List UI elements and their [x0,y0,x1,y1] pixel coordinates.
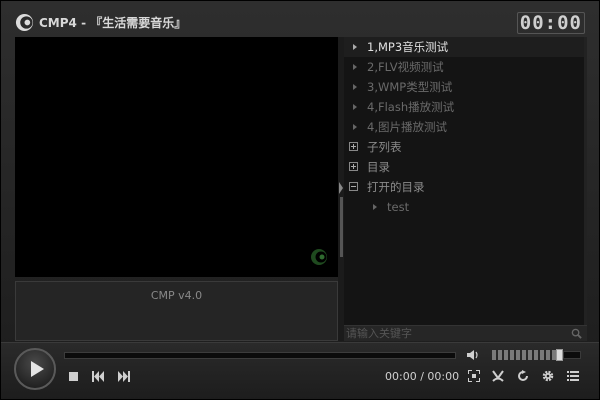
splitter-handle[interactable] [340,197,343,257]
volume-level-segment [540,350,544,360]
repeat-icon[interactable] [517,370,529,382]
volume-level-segment [522,350,526,360]
folder-label: 子列表 [367,140,402,154]
volume-slider[interactable] [492,349,581,361]
control-bar: 00:00 / 00:00 [1,342,599,399]
playlist-item[interactable]: 1,MP3音乐测试 [344,37,584,57]
share-icon[interactable] [492,370,504,382]
expand-icon[interactable] [349,142,358,151]
version-label: CMP v4.0 [150,289,203,302]
info-panel: CMP v4.0 [15,281,338,341]
play-indicator-icon [353,44,357,50]
time-display: 00:00 / 00:00 [385,370,460,383]
fullscreen-icon[interactable] [468,370,480,382]
play-indicator-icon [373,204,377,210]
play-button[interactable] [14,348,56,390]
folder-label: 打开的目录 [367,180,425,194]
folder-sublist[interactable]: 子列表 [344,137,584,157]
playlist-item-label: 3,WMP类型测试 [367,80,453,94]
folder-directory[interactable]: 目录 [344,157,584,177]
playlist-subitem[interactable]: test [344,197,584,217]
playlist-item-label: 2,FLV视频测试 [367,60,444,74]
watermark-logo-icon [311,249,327,265]
search-icon[interactable] [571,328,582,339]
playlist-scrollbar[interactable] [584,37,587,325]
volume-level-segment [534,350,538,360]
player-window: CMP4 - 『生活需要音乐』 00:00 CMP v4.0 1,MP3音乐测试… [0,0,600,400]
search-input[interactable] [346,326,564,341]
playlist-item[interactable]: 4,图片播放测试 [344,117,584,137]
volume-level-segment [504,350,508,360]
volume-level-segment [546,350,550,360]
playlist-item-label: 4,图片播放测试 [367,120,447,134]
playlist-item[interactable]: 2,FLV视频测试 [344,57,584,77]
title-bar[interactable]: CMP4 - 『生活需要音乐』 00:00 [1,1,599,35]
play-indicator-icon [353,64,357,70]
video-area[interactable] [15,37,338,277]
volume-remaining [563,351,581,359]
volume-level-segment [516,350,520,360]
play-indicator-icon [353,84,357,90]
play-indicator-icon [353,104,357,110]
window-title: CMP4 - 『生活需要音乐』 [39,16,187,30]
clock-display: 00:00 [516,12,585,34]
previous-button[interactable] [92,371,104,382]
playlist-item[interactable]: 3,WMP类型测试 [344,77,584,97]
folder-label: 目录 [367,160,390,174]
progress-bar[interactable] [64,352,456,359]
volume-icon[interactable] [467,349,479,361]
playlist-panel: 1,MP3音乐测试 2,FLV视频测试 3,WMP类型测试 4,Flash播放测… [344,37,584,325]
search-bar [344,325,587,341]
playlist-icon[interactable] [567,370,579,382]
collapse-icon[interactable] [349,182,358,191]
folder-open-directory[interactable]: 打开的目录 [344,177,584,197]
expand-icon[interactable] [349,162,358,171]
playlist-item[interactable]: 4,Flash播放测试 [344,97,584,117]
volume-level-segment [492,350,496,360]
splitter-arrow-icon[interactable] [339,182,343,194]
gear-icon[interactable] [542,370,554,382]
next-button[interactable] [118,371,130,382]
volume-knob[interactable] [556,349,563,361]
stop-button[interactable] [69,372,78,381]
playlist-item-label: 1,MP3音乐测试 [367,40,449,54]
volume-level-segment [528,350,532,360]
volume-level-segment [510,350,514,360]
volume-level-segment [498,350,502,360]
cmp-logo-icon [15,13,34,32]
play-indicator-icon [353,124,357,130]
playlist-item-label: test [387,200,410,214]
playlist-item-label: 4,Flash播放测试 [367,100,455,114]
clock-value: 00:00 [516,12,585,34]
